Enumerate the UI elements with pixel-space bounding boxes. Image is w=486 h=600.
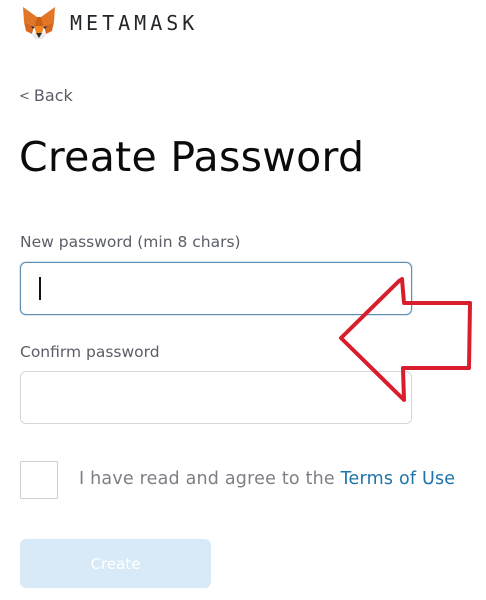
terms-checkbox[interactable] xyxy=(20,461,58,499)
fox-logo-icon xyxy=(23,7,55,39)
back-label: Back xyxy=(33,86,73,105)
create-button[interactable]: Create xyxy=(20,539,211,588)
brand-wordmark: METAMASK xyxy=(70,11,199,35)
back-link[interactable]: < Back xyxy=(19,86,73,105)
terms-text: I have read and agree to the xyxy=(79,469,341,489)
header: METAMASK xyxy=(20,4,198,42)
arrow-left-annotation-icon xyxy=(339,277,472,402)
page-title: Create Password xyxy=(19,133,365,181)
terms-agreement: I have read and agree to the Terms of Us… xyxy=(79,469,455,489)
terms-of-use-link[interactable]: Terms of Use xyxy=(341,469,456,489)
text-caret xyxy=(39,277,41,300)
confirm-password-label: Confirm password xyxy=(20,343,160,361)
create-password-page: METAMASK < Back Create Password New passw… xyxy=(0,0,486,600)
new-password-label: New password (min 8 chars) xyxy=(20,233,241,251)
chevron-left-icon: < xyxy=(19,89,30,104)
